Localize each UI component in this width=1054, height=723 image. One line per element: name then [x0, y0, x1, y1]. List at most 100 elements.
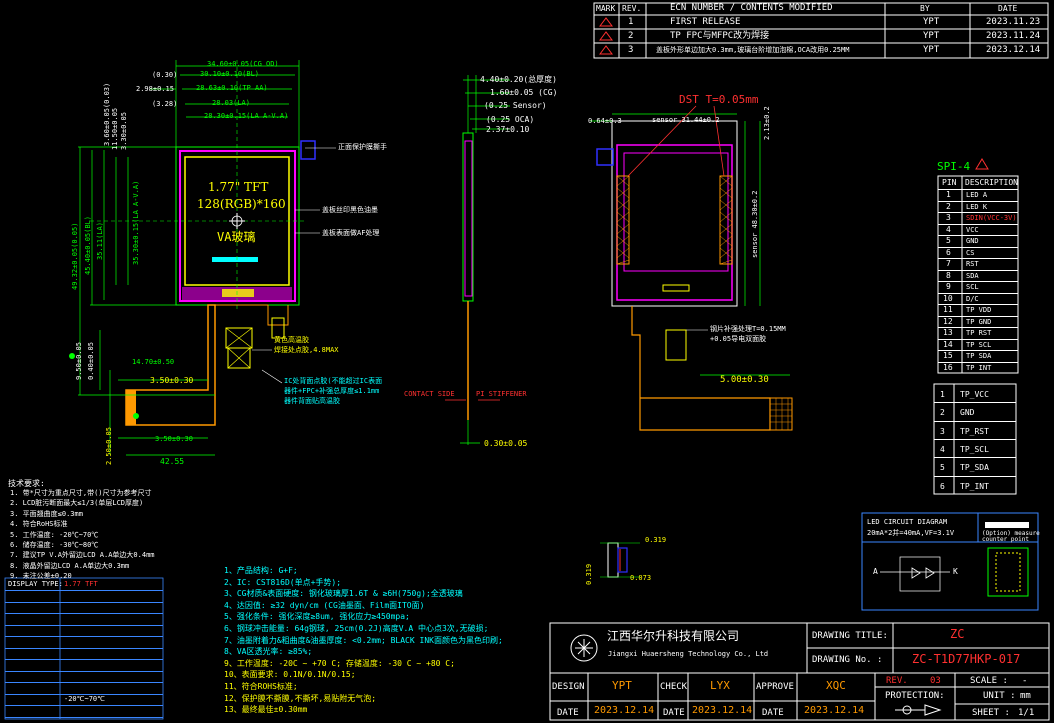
- drawing-canvas: MARK REV. ECN NUMBER / CONTENTS MODIFIED…: [0, 0, 1054, 723]
- design-label: DESIGN: [552, 682, 585, 692]
- back-dim-sensor-w: sensor 31.44±0.2: [652, 116, 720, 124]
- rev-header-rev: REV.: [622, 4, 642, 13]
- spi-pin: 10: [943, 293, 953, 303]
- tech-req-item: 8. 液晶外留边LCD A.A单边大0.3mm: [10, 561, 130, 570]
- spi-pin: 4: [946, 224, 951, 234]
- check-label: CHECK: [660, 682, 688, 692]
- dim-fpc-5: 9.50±0.05: [75, 342, 83, 380]
- note-ic-3: 器件背面贴高温胶: [284, 397, 340, 405]
- approve-value: XQC: [826, 679, 846, 692]
- tp-desc: TP_VCC: [960, 390, 989, 399]
- tp-pin: 3: [940, 426, 945, 436]
- tp-pin: 6: [940, 481, 945, 491]
- note-protect-film: 正面保护膜撕手: [338, 143, 387, 151]
- tech-req-item: 4. 符合RoHS标准: [10, 520, 68, 529]
- small-detail: [600, 542, 640, 578]
- protection-symbol: [895, 704, 942, 716]
- product-note: 3、CG材质&表面硬度: 钢化玻璃厚1.6T & ≥6H(750g);全透玻璃: [224, 589, 463, 599]
- dim-030: (0.30): [152, 71, 178, 79]
- tp-row-line: [934, 402, 1016, 404]
- tp-desc: TP_SCL: [960, 444, 989, 454]
- side-dim-bottom: 0.30±0.05: [484, 439, 528, 448]
- dim-fpc-7: 2.50±0.05: [105, 427, 113, 465]
- spec-row-line: [5, 670, 163, 672]
- spi-desc: SDA: [966, 271, 979, 280]
- spi-desc: SDIN(VCC-3V): [966, 214, 1017, 222]
- tech-req-item: 7. 建议TP V.A外留边LCD A.A单边大0.4mm: [10, 551, 155, 560]
- rev-header-mark: MARK: [596, 4, 616, 13]
- product-note: 8、VA区透光率: ≥85%;: [224, 647, 313, 657]
- product-note: 4、达因值: ≥32 dyn/cm (CG油墨面、Film面ITO面): [224, 600, 425, 610]
- dim-bl: 30.10±0.10(BL): [200, 70, 260, 78]
- unit-label: UNIT :: [983, 691, 1016, 701]
- dim-left-4: 35.11(LA): [96, 222, 104, 260]
- pi-stiffener-label: PI STIFFENER: [476, 390, 527, 398]
- led-title: LED CIRCUIT DIAGRAM: [867, 518, 948, 526]
- dim-la: 28.03(LA): [212, 99, 250, 107]
- spec-row-line: [5, 613, 163, 614]
- date-label-3: DATE: [762, 708, 784, 718]
- lcd-glass-label: VA玻璃: [217, 230, 256, 244]
- sheet-label: SHEET :: [972, 708, 1010, 718]
- note-glue: 焊接处点胶,4.8MAX: [274, 346, 339, 354]
- led-sub: 20mA*2并=40mA,VF=3.1V: [867, 529, 955, 537]
- rev-row-2-date: 2023.11.24: [986, 31, 1041, 41]
- spi-desc: TP SDA: [966, 352, 992, 360]
- spi-pin: 16: [943, 362, 953, 372]
- drawing-title-label: DRAWING TITLE:: [812, 631, 888, 641]
- dim-left-2: 49.32±0.05(0.05): [71, 222, 79, 290]
- spi-pin: 2: [946, 201, 951, 211]
- company-name-en: Jiangxi Huaersheng Technology Co., Ltd: [608, 650, 769, 658]
- dim-la-va: 28.30±0.15(LA A-V.A): [204, 112, 289, 120]
- company-name-cn: 江西华尔升科技有限公司: [607, 629, 740, 643]
- dim-fpc-6: 0.40±0.05: [87, 342, 95, 380]
- product-note: 2、IC: CST816D(单点+手势);: [224, 577, 342, 587]
- rev-row-1-rev: 1: [628, 17, 634, 27]
- tp-row-line: [934, 438, 1016, 440]
- dim-fpc-1: 14.70±0.50: [132, 358, 175, 366]
- scale-label: SCALE :: [970, 676, 1008, 686]
- rev-row-1-date: 2023.11.23: [986, 17, 1041, 27]
- note-af-treatment: 盖板表面做AF处理: [322, 229, 380, 237]
- spi-pin: 5: [946, 236, 951, 245]
- product-note: 1、产品结构: G+F;: [224, 566, 298, 575]
- back-dim-top: 0.64±0.3: [588, 117, 622, 125]
- product-note: 11、符合ROHS标准;: [224, 682, 298, 691]
- rev-row-3-content: 盖板外形单边加大0.3mm,玻璃台阶增加泡棉,OCA改用0.25MM: [656, 46, 850, 54]
- spi-warning-icon: [975, 158, 989, 170]
- spec-row-line: [5, 682, 163, 683]
- date-label-2: DATE: [663, 708, 685, 718]
- dim-fpc-3: 3.50±0.30: [155, 435, 193, 443]
- dim-left-6: 11.50±0.05: [111, 107, 119, 150]
- sheet-value: 1/1: [1018, 708, 1035, 718]
- date-value-3: 2023.12.14: [804, 705, 865, 716]
- product-note: 6、钢球冲击能量: 64g钢球, 25cm(0.2J)高度V.A 中心点3次,无…: [224, 624, 489, 633]
- dim-fpc-2: 3.50±0.30: [150, 376, 194, 385]
- rev-header-by: BY: [920, 4, 930, 13]
- back-dim-right: 2.13±0.2: [763, 106, 771, 140]
- dim-328: (3.28): [152, 100, 178, 108]
- spi-pin: 13: [943, 328, 953, 337]
- tp-pin: 1: [940, 390, 945, 399]
- dim-tp-aa: 28.63±0.10(TP AA): [196, 84, 268, 92]
- rev-row-3-rev: 3: [628, 45, 634, 55]
- led-anode: A: [873, 567, 878, 576]
- rev-row-3-date: 2023.12.14: [986, 45, 1041, 55]
- drawing-title-value: ZC: [950, 627, 965, 641]
- spec-row-line: [5, 705, 163, 706]
- tp-desc: TP_SDA: [960, 463, 989, 473]
- spi-desc: TP GND: [966, 317, 992, 326]
- spi-pin: 15: [943, 351, 953, 360]
- back-note-stiffener: 钢片补强处理T=0.15MM: [710, 325, 786, 333]
- side-dim-total: 4.40±0.20(总厚度): [480, 75, 557, 84]
- contact-side-label: CONTACT SIDE: [404, 390, 455, 398]
- rev-row-2-by: YPT: [923, 31, 940, 41]
- product-note: 9、工作温度: -20C ~ +70 C; 存储温度: -30 C ~ +80 …: [224, 658, 455, 668]
- spi-title: SPI-4: [937, 160, 971, 173]
- spi-pin: 9: [946, 282, 951, 291]
- spi-desc: CS: [966, 248, 975, 257]
- spec-key: DISPLAY TYPE:: [8, 580, 63, 588]
- spi-pin: 11: [943, 305, 953, 314]
- back-dim-fpc: 5.00±0.30: [720, 375, 769, 385]
- small-dim-a: 0.319: [645, 536, 667, 544]
